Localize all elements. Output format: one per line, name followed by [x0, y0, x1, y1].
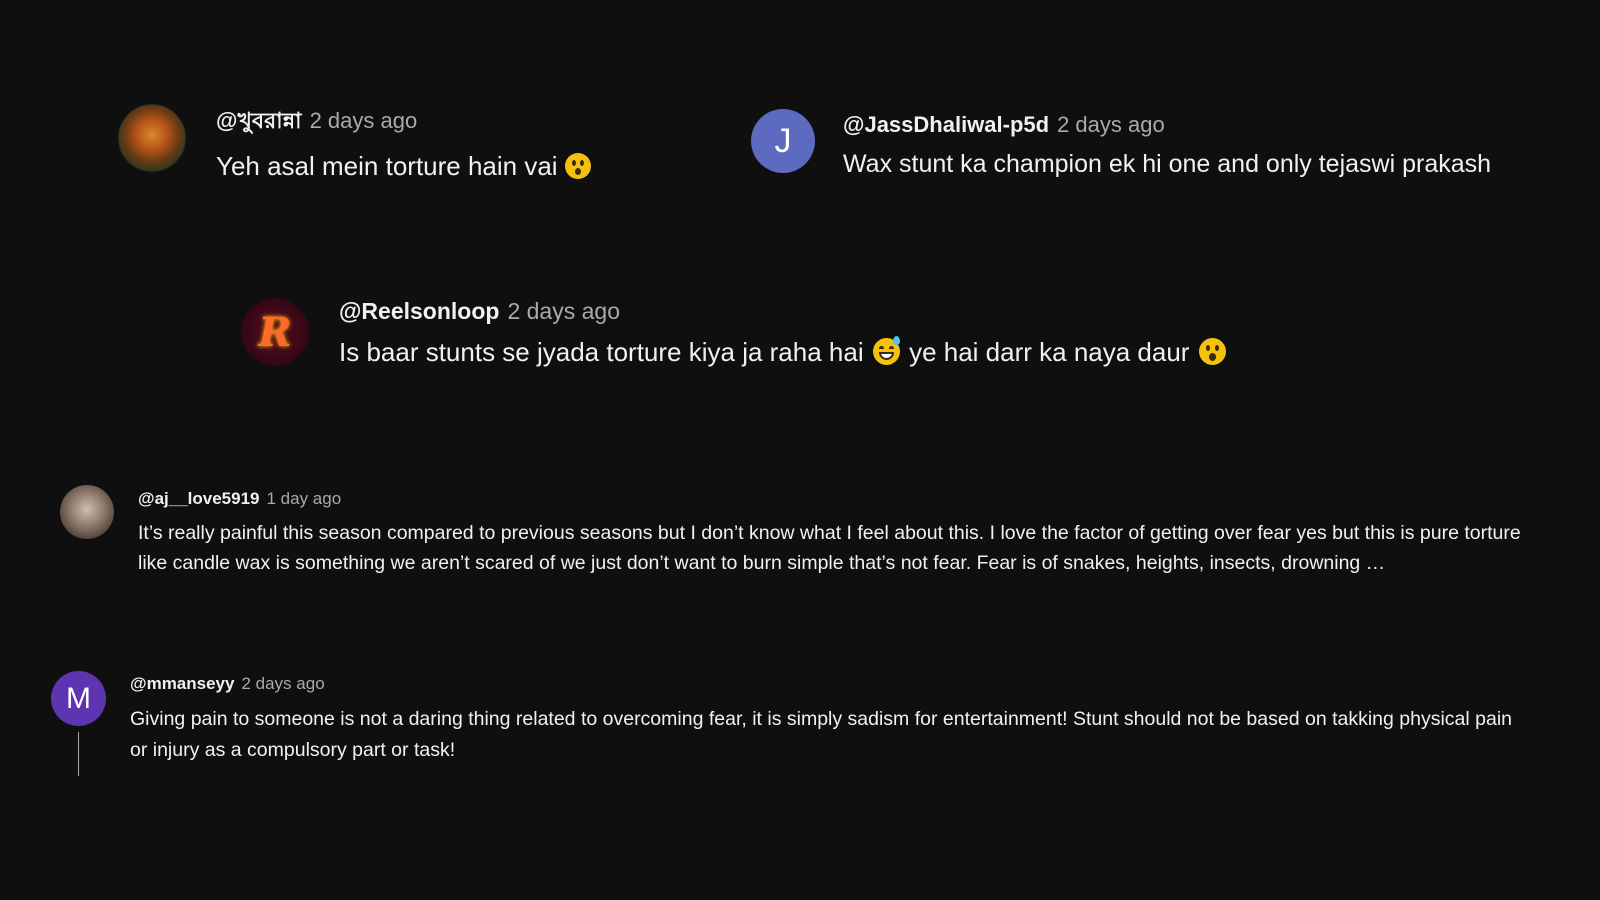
comment-author[interactable]: @খুবরান্না [216, 104, 302, 141]
comment-item: @aj__love5919 1 day ago It’s really pain… [60, 485, 1540, 578]
avatar[interactable] [60, 485, 114, 539]
comment-body: @খুবরান্না 2 days ago Yeh asal mein tort… [216, 104, 591, 182]
comment-timestamp[interactable]: 2 days ago [1057, 112, 1165, 138]
comment-item: @খুবরান্না 2 days ago Yeh asal mein tort… [118, 104, 591, 182]
comment-header: @খুবরান্না 2 days ago [216, 104, 591, 141]
comment-text: Is baar stunts se jyada torture kiya ja … [339, 336, 1226, 368]
avatar-letter: M [66, 681, 91, 715]
avatar[interactable]: M [51, 671, 106, 726]
comment-author[interactable]: @Reelsonloop [339, 298, 499, 325]
hushed-face-icon [1198, 338, 1226, 365]
comment-text: Giving pain to someone is not a daring t… [130, 708, 1513, 761]
comment-author[interactable]: @mmanseyy [130, 674, 234, 694]
comment-timestamp[interactable]: 2 days ago [241, 674, 324, 694]
comment-author[interactable]: @JassDhaliwal-p5d [843, 112, 1049, 138]
comment-item: R @Reelsonloop 2 days ago Is baar stunts… [241, 298, 1226, 368]
comment-text-part-a: Is baar stunts se jyada torture kiya ja … [339, 337, 864, 367]
comment-text-part-b: ye hai darr ka naya daur [909, 337, 1190, 367]
comment-text: Yeh asal mein torture hain vai [216, 151, 591, 182]
comment-text: Wax stunt ka champion ek hi one and only… [843, 150, 1492, 178]
comment-body: @JassDhaliwal-p5d 2 days ago Wax stunt k… [843, 112, 1491, 190]
avatar[interactable] [118, 104, 186, 172]
comment-item: J @JassDhaliwal-p5d 2 days ago Wax stunt… [751, 109, 1491, 190]
comment-header: @JassDhaliwal-p5d 2 days ago [843, 112, 1491, 138]
comment-text-clip: Wax stunt ka champion ek hi one and only… [843, 138, 1491, 190]
comment-header: @aj__love5919 1 day ago [138, 489, 1528, 509]
avatar[interactable]: R [241, 298, 309, 366]
comment-text: It’s really painful this season compared… [138, 522, 1521, 574]
comment-body: @aj__love5919 1 day ago It’s really pain… [138, 489, 1528, 578]
comment-body: @Reelsonloop 2 days ago Is baar stunts s… [339, 298, 1226, 368]
comment-body: @mmanseyy 2 days ago Giving pain to some… [130, 674, 1530, 766]
grinning-sweat-face-icon [872, 336, 900, 365]
avatar[interactable]: J [751, 109, 815, 173]
avatar-letter: R [258, 308, 292, 356]
comment-timestamp[interactable]: 1 day ago [267, 489, 342, 509]
hushed-face-icon [564, 153, 591, 179]
comment-timestamp[interactable]: 2 days ago [507, 298, 620, 325]
avatar-letter: J [774, 121, 792, 160]
comments-screen: @খুবরান্না 2 days ago Yeh asal mein tort… [0, 0, 1600, 900]
comment-item: M @mmanseyy 2 days ago Giving pain to so… [51, 671, 1551, 766]
comment-header: @mmanseyy 2 days ago [130, 674, 1530, 694]
comment-timestamp[interactable]: 2 days ago [310, 108, 418, 134]
comment-author[interactable]: @aj__love5919 [138, 489, 260, 509]
comment-text-content: Yeh asal mein torture hain vai [216, 151, 565, 181]
reply-thread-line [78, 732, 79, 776]
comment-header: @Reelsonloop 2 days ago [339, 298, 1226, 325]
